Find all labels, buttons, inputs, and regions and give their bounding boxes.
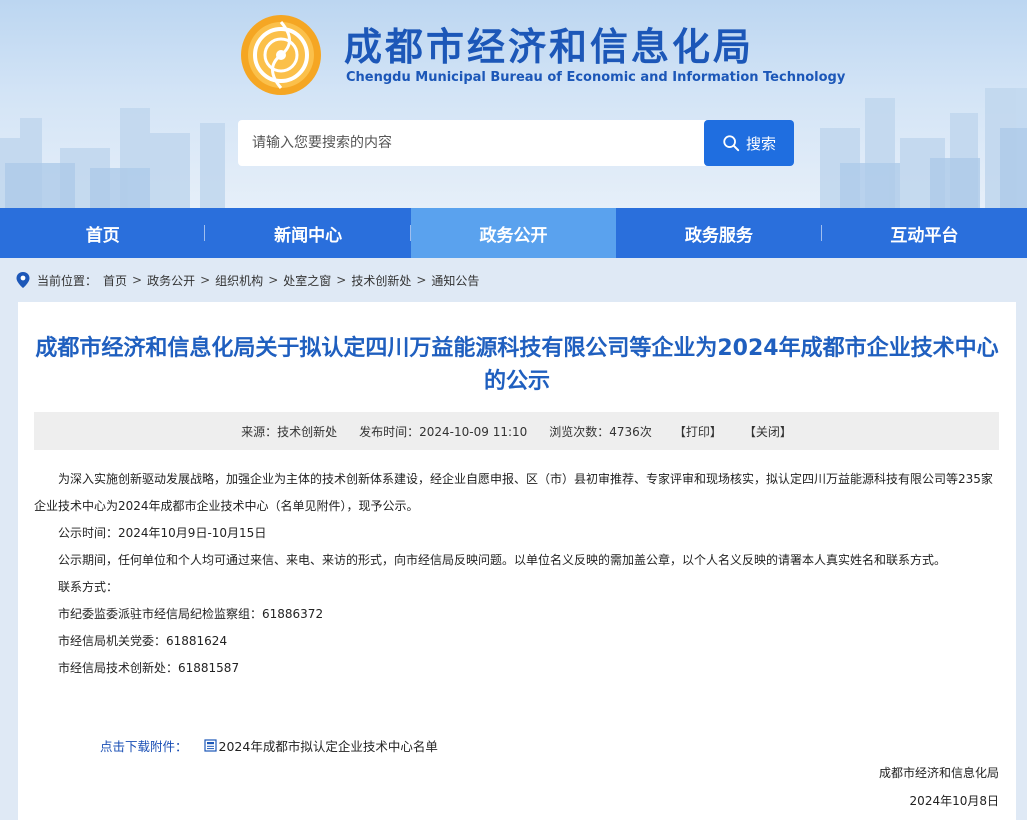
article-meta-bar: 来源：技术创新处 发布时间：2024-10-09 11:10 浏览次数：4736… (34, 412, 999, 450)
breadcrumb-item-notices[interactable]: 通知公告 (431, 272, 479, 289)
breadcrumb-separator: > (268, 273, 279, 287)
signature-organization: 成都市经济和信息化局 (878, 766, 999, 780)
breadcrumb-item-home[interactable]: 首页 (103, 272, 127, 289)
nav-item-label: 互动平台 (890, 225, 959, 246)
bureau-logo (241, 15, 321, 95)
nav-item-news[interactable]: 新闻中心 (205, 208, 411, 258)
site-subtitle: Chengdu Municipal Bureau of Economic and… (346, 70, 846, 85)
document-icon (203, 739, 217, 752)
breadcrumb-separator: > (200, 273, 211, 287)
article-paragraph: 市经信局机关党委：61881624 (58, 634, 228, 648)
breadcrumb-separator: > (416, 273, 427, 287)
breadcrumb-item-tech-innovation[interactable]: 技术创新处 (351, 272, 411, 289)
article-paragraph: 联系方式： (58, 580, 119, 594)
article-paragraph: 公示时间：2024年10月9日-10月15日 (58, 526, 267, 540)
search-input[interactable] (238, 120, 706, 166)
article-title: 成都市经济和信息化局关于拟认定四川万益能源科技有限公司等企业为2024年成都市企… (35, 336, 999, 394)
breadcrumb-item-departments[interactable]: 处室之窗 (283, 272, 331, 289)
article-source: 来源：技术创新处 (241, 424, 338, 439)
breadcrumb-separator: > (132, 273, 143, 287)
nav-item-interaction[interactable]: 互动平台 (822, 208, 1027, 258)
nav-item-label: 首页 (85, 225, 120, 246)
article-paragraph: 为深入实施创新驱动发展战略，加强企业为主体的技术创新体系建设，经企业自愿申报、区… (34, 472, 993, 513)
article-publish-time: 发布时间：2024-10-09 11:10 (359, 424, 528, 439)
breadcrumb-item-government-affairs[interactable]: 政务公开 (147, 272, 195, 289)
search-button[interactable]: 搜索 (704, 120, 794, 166)
main-nav: 首页 新闻中心 政务公开 政务服务 互动平台 (0, 208, 1027, 258)
signature-date: 2024年10月8日 (909, 794, 999, 808)
breadcrumb-separator: > (336, 273, 347, 287)
search-icon (723, 135, 740, 152)
print-link[interactable]: 【打印】 (674, 423, 722, 440)
nav-item-services[interactable]: 政务服务 (616, 208, 822, 258)
nav-item-label: 新闻中心 (274, 225, 343, 246)
article-paragraph: 市经信局技术创新处：61881587 (58, 661, 240, 675)
article-view-count: 浏览次数：4736次 (549, 424, 652, 439)
nav-item-label: 政务公开 (479, 225, 548, 246)
nav-item-home[interactable]: 首页 (0, 208, 206, 258)
breadcrumb-item-organization[interactable]: 组织机构 (215, 272, 263, 289)
nav-item-label: 政务服务 (684, 225, 753, 246)
article-paragraph: 市纪委监委派驻市经信局纪检监察组：61886372 (58, 607, 324, 621)
breadcrumb-label: 当前位置： (37, 273, 98, 288)
article-paragraph: 公示期间，任何单位和个人均可通过来信、来电、来访的形式，向市经信局反映问题。以单… (58, 553, 947, 567)
search-button-label: 搜索 (745, 134, 776, 153)
attachment-label: 点击下载附件： (100, 739, 188, 754)
close-link[interactable]: 【关闭】 (744, 423, 792, 440)
breadcrumb: 当前位置： 首页 > 政务公开 > 组织机构 > 处室之窗 > 技术创新处 > … (16, 266, 479, 294)
site-title: 成都市经济和信息化局 (344, 25, 755, 69)
article-body: 为深入实施创新驱动发展战略，加强企业为主体的技术创新体系建设，经企业自愿申报、区… (34, 466, 999, 682)
attachment-download-link[interactable]: 2024年成都市拟认定企业技术中心名单 (219, 736, 438, 755)
attachment-row: 点击下载附件： 2024年成都市拟认定企业技术中心名单 (100, 736, 438, 755)
location-pin-icon (16, 272, 30, 288)
site-header: 成都市经济和信息化局 Chengdu Municipal Bureau of E… (0, 0, 1027, 208)
nav-item-government-affairs[interactable]: 政务公开 (410, 208, 617, 258)
